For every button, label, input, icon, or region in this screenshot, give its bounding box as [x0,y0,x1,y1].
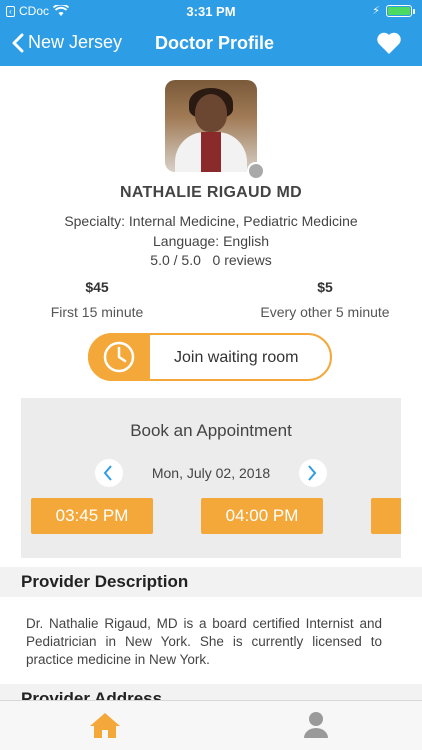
tab-home[interactable] [89,711,121,744]
battery-icon [386,5,415,17]
favorite-button[interactable] [376,31,402,60]
doctor-name: NATHALIE RIGAUD MD [120,184,302,201]
provider-description-header: Provider Description [0,567,422,597]
date-navigator: Mon, July 02, 2018 [95,459,327,487]
charging-icon: ⚡ [372,5,380,17]
fee-price: $45 [85,279,109,295]
back-button-label[interactable]: New Jersey [28,32,122,53]
chevron-left-icon [12,33,24,52]
doctor-photo [165,80,257,172]
fee-additional: $5 Every other 5 minute [245,279,405,320]
clock-badge [88,333,150,381]
online-status-indicator [247,162,265,180]
doctor-specialty: Specialty: Internal Medicine, Pediatric … [64,213,358,229]
fee-first: $45 First 15 minute [17,279,177,320]
chevron-right-icon [308,465,317,481]
page-title: Doctor Profile [155,33,275,53]
join-waiting-room-button[interactable]: Join waiting room [88,333,332,381]
home-icon [90,713,120,738]
fee-desc: Every other 5 minute [260,304,390,320]
selected-date: Mon, July 02, 2018 [151,465,271,481]
profile-icon [304,712,328,738]
doctor-rating: 5.0 / 5.0 0 reviews [150,252,272,268]
back-button[interactable]: New Jersey [12,32,122,53]
doctor-language: Language: English [153,233,269,249]
time-slot-button[interactable]: 0 [371,498,401,534]
tab-bar [0,700,422,750]
next-date-button[interactable] [299,459,327,487]
book-appointment-panel: Book an Appointment Mon, July 02, 2018 0… [21,398,401,558]
join-waiting-room-label: Join waiting room [174,349,299,366]
book-appointment-title: Book an Appointment [130,421,292,440]
status-bar: ‹ CDoc 3:31 PM ⚡ [0,0,422,22]
status-time: 3:31 PM [186,4,236,19]
tab-profile[interactable] [303,711,329,744]
fee-desc: First 15 minute [50,304,144,320]
section-title: Provider Description [21,572,189,591]
heart-icon [377,32,401,54]
time-slot-button[interactable]: 03:45 PM [31,498,153,534]
nav-bar: New Jersey Doctor Profile [0,22,422,66]
provider-description-text: Dr. Nathalie Rigaud, MD is a board certi… [26,616,382,667]
fee-price: $5 [317,279,333,295]
clock-icon [103,341,135,373]
time-slot-button[interactable]: 04:00 PM [201,498,323,534]
